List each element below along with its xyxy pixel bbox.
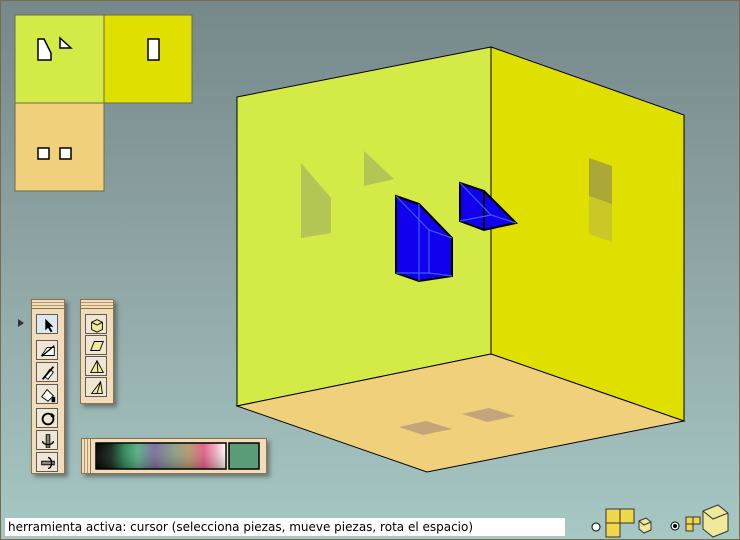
rotate-x-tool[interactable] (36, 430, 58, 450)
grid-icon[interactable] (685, 516, 701, 532)
prism-icon (90, 341, 104, 351)
rotate-y-icon (41, 456, 55, 470)
rotate-y-tool[interactable] (36, 452, 58, 472)
selected-color-swatch[interactable] (228, 442, 260, 470)
wedge-icon (90, 380, 103, 394)
front-view-rectangle (147, 38, 160, 61)
cube-solid[interactable] (85, 314, 107, 334)
left-view-panel (14, 14, 105, 104)
view-mode-controls[interactable] (591, 504, 729, 538)
color-palette-toolbar (81, 438, 267, 474)
cursor-tool[interactable] (36, 314, 58, 334)
rotate-icon (41, 412, 56, 426)
paint-tool[interactable] (36, 384, 58, 404)
toolbar-grip[interactable] (32, 300, 64, 309)
pyramid-solid[interactable] (85, 356, 107, 376)
top-view-square (59, 147, 72, 160)
radio-selected-dot (673, 524, 677, 528)
top-view-square (37, 147, 50, 160)
wedge-solid[interactable] (85, 377, 107, 397)
paint-icon (41, 388, 56, 403)
small-cube-icon[interactable] (638, 517, 652, 534)
status-bar: herramienta activa: cursor (selecciona p… (5, 518, 565, 536)
cube-view-icon[interactable] (702, 504, 729, 538)
tools-toolbar (31, 299, 65, 474)
move-piece-tool[interactable] (36, 340, 58, 360)
pyramid-icon (89, 359, 105, 373)
perspective-room[interactable] (235, 46, 686, 473)
rotate-x-icon (41, 434, 55, 448)
toolbar-grip[interactable] (81, 300, 113, 309)
right-wall-shadow (589, 158, 612, 204)
active-tool-indicator (18, 319, 24, 327)
solids-toolbar (80, 299, 114, 404)
cube-icon (91, 319, 103, 333)
projections-icon[interactable] (605, 508, 635, 538)
cut-tool[interactable] (36, 362, 58, 382)
rotate-tool[interactable] (36, 408, 58, 428)
right-wall-shadow (589, 196, 612, 242)
arrow-cursor-icon (45, 318, 54, 333)
prism-solid[interactable] (85, 335, 107, 355)
left-wall (236, 46, 492, 407)
application-window: herramienta activa: cursor (selecciona p… (0, 0, 740, 540)
projection-views (14, 14, 193, 192)
view-mode-projections-radio[interactable] (591, 522, 601, 532)
move-piece-icon (40, 345, 55, 357)
cut-icon (41, 366, 55, 380)
top-view-panel (14, 102, 105, 192)
